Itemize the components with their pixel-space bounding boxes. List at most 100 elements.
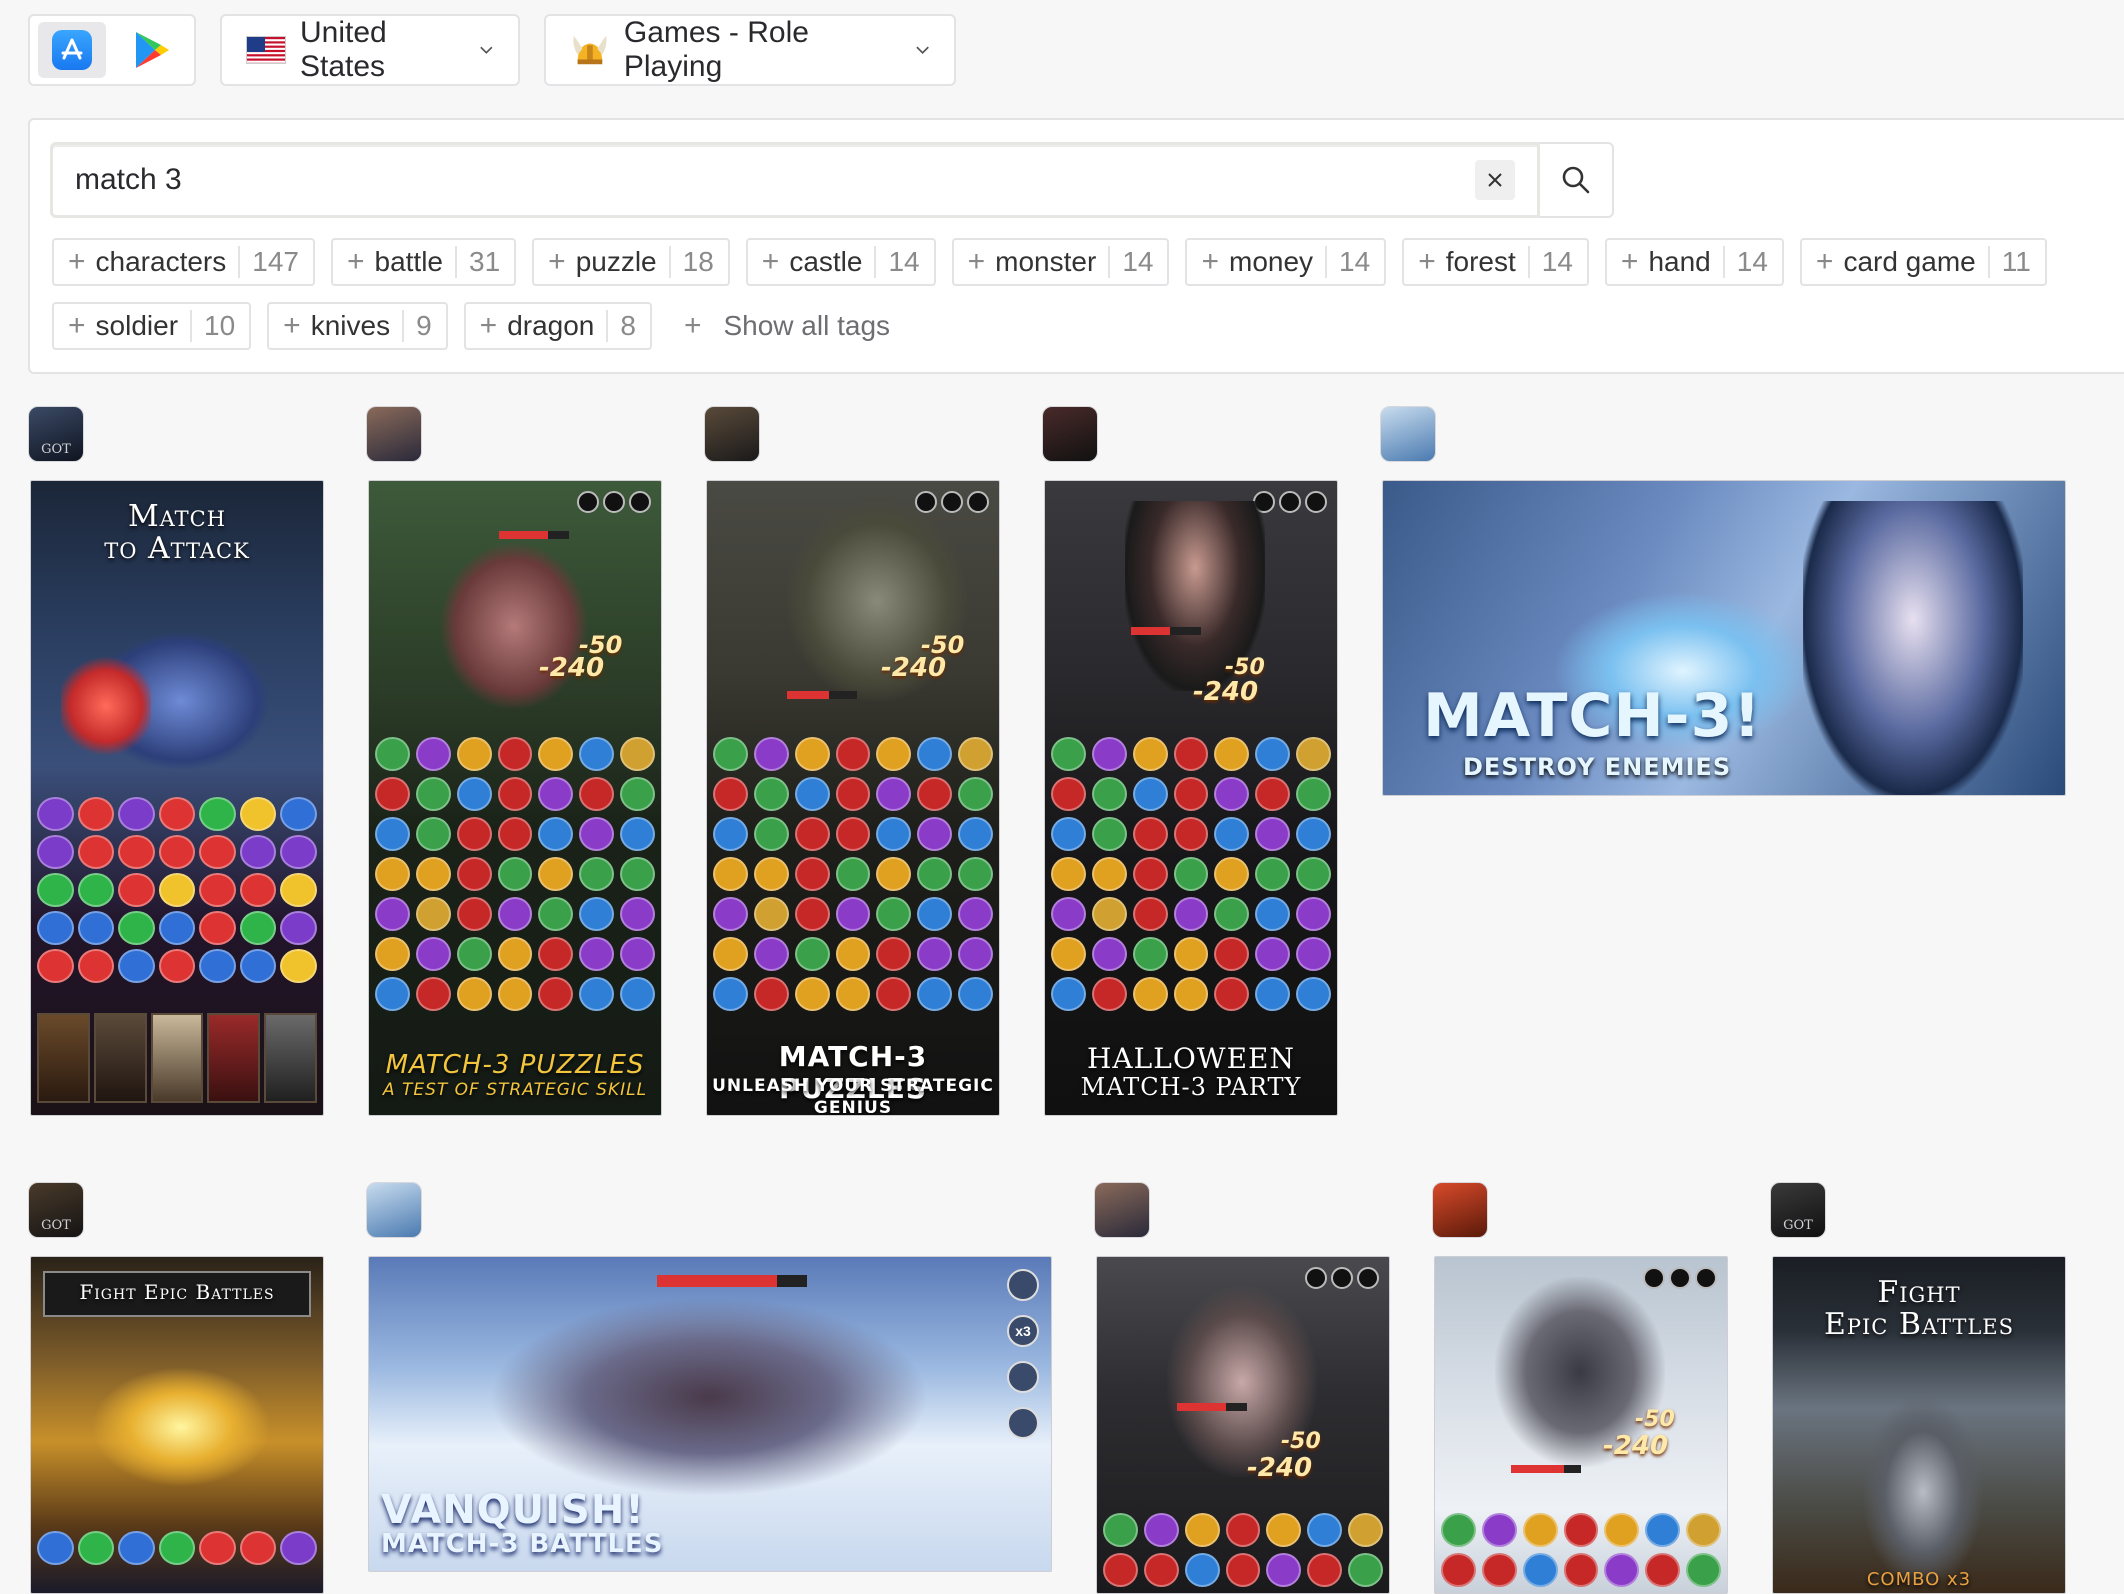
chevron-down-icon (916, 46, 929, 55)
tag-knives[interactable]: + knives 9 (267, 302, 448, 350)
plus-icon: + (1815, 245, 1834, 278)
tag-label: battle (374, 246, 444, 277)
damage-number: -240 (1193, 677, 1259, 707)
screenshot-8[interactable]: -50 -240 (1096, 1256, 1390, 1594)
close-icon (1488, 173, 1502, 187)
plus-icon: + (68, 245, 86, 278)
tag-row: + characters 147 + battle 31 + puzzle 18 + cast… (52, 238, 2124, 286)
tag-hand[interactable]: + hand 14 (1604, 238, 1784, 286)
tag-forest[interactable]: + forest 14 (1402, 238, 1589, 286)
tag-monster[interactable]: + monster 14 (951, 238, 1170, 286)
app-icon-walking-dead[interactable] (1094, 1182, 1150, 1238)
screenshot-7[interactable]: x3 VANQUISH! MATCH-3 BATTLES (368, 1256, 1052, 1572)
gem-board (1051, 737, 1331, 1011)
show-all-tags-button[interactable]: + Show all tags (668, 302, 904, 350)
tag-soldier[interactable]: + soldier 10 (52, 302, 252, 350)
tag-count: 9 (402, 310, 432, 342)
gem-board (375, 737, 655, 1011)
enemy-health-bar (499, 531, 569, 539)
gem-board (37, 1531, 317, 1565)
category-label: Games - Role Playing (623, 16, 809, 83)
chevron-down-icon (480, 46, 493, 54)
screenshot-6[interactable]: Fight Epic Battles (30, 1256, 324, 1594)
tag-count: 14 (1527, 246, 1573, 278)
camera-off-icon[interactable] (1007, 1407, 1039, 1439)
tag-count: 14 (874, 246, 920, 278)
tag-label: characters (95, 246, 227, 277)
plus-icon: + (761, 245, 780, 278)
tag-battle[interactable]: + battle 31 (330, 238, 517, 286)
plus-icon: + (548, 245, 566, 278)
screenshot-caption: MATCH-3 PARTY (1080, 1073, 1302, 1101)
app-icon-got[interactable]: GOT (1770, 1182, 1826, 1238)
damage-number: -240 (1603, 1431, 1669, 1461)
category-dropdown[interactable]: Games - Role Playing (544, 14, 956, 86)
tag-label: puzzle (575, 246, 657, 277)
screenshot-1[interactable]: Match to Attack (30, 480, 324, 1116)
app-icon-walking-dead[interactable] (366, 406, 422, 462)
tag-dragon[interactable]: + dragon 8 (463, 302, 652, 350)
tag-puzzle[interactable]: + puzzle 18 (532, 238, 730, 286)
speed-label: x3 (1015, 1323, 1031, 1339)
tag-label: knives (310, 310, 391, 341)
tag-characters[interactable]: + characters 147 (52, 238, 315, 286)
screenshot-caption: Epic Battles (1823, 1307, 2015, 1342)
app-icon-puzzles-survival[interactable] (366, 1182, 422, 1238)
damage-number: -240 (881, 653, 947, 683)
app-icon-got[interactable]: GOT (28, 1182, 84, 1238)
app-icon-puzzles-survival[interactable] (1380, 406, 1436, 462)
tag-count: 14 (1325, 246, 1370, 278)
app-icon-label: GOT (1783, 1218, 1813, 1233)
screenshot-2[interactable]: -50 -240 MATCH-3 PUZZLES A TEST OF STRAT… (368, 480, 662, 1116)
app-icon-got[interactable]: GOT (28, 406, 84, 462)
screenshot-caption: MATCH-3! (1423, 681, 1762, 751)
search-button[interactable] (1540, 142, 1614, 218)
tag-count: 14 (1722, 246, 1768, 278)
tag-count: 18 (668, 246, 714, 278)
plus-icon: + (479, 309, 498, 342)
screenshot-caption: Fight Epic Battles (79, 1280, 275, 1304)
app-icon-walking-dead[interactable] (1042, 406, 1098, 462)
app-icon-label: GOT (41, 1218, 71, 1233)
tag-count: 14 (1108, 246, 1153, 278)
screenshot-4[interactable]: -50 -240 HALLOWEEN MATCH-3 PARTY (1044, 480, 1338, 1116)
gem-board (1103, 1513, 1383, 1587)
screenshot-5[interactable]: MATCH-3! DESTROY ENEMIES (1382, 480, 2066, 796)
app-icon-puzzle-monster[interactable] (1432, 1182, 1488, 1238)
battle-scene-art (489, 1297, 929, 1497)
screenshot-9[interactable]: -50 -240 (1434, 1256, 1728, 1594)
enemy-health-bar (787, 691, 857, 699)
plus-icon: + (283, 309, 301, 342)
screenshot-caption: UNLEASH YOUR STRATEGIC GENIUS (712, 1076, 994, 1116)
google-play-button[interactable] (118, 22, 186, 78)
app-icon-walking-dead[interactable] (704, 406, 760, 462)
tag-label: hand (1648, 246, 1711, 277)
plus-icon: + (1620, 245, 1639, 278)
plus-icon: + (346, 245, 365, 278)
app-store-button[interactable] (38, 22, 106, 78)
screenshot-10[interactable]: Fight Epic Battles COMBO x3 (1772, 1256, 2066, 1594)
tag-money[interactable]: + money 14 (1185, 238, 1387, 286)
tag-card-game[interactable]: + card game 11 (1799, 238, 2047, 286)
enemy-health-bar (1511, 1465, 1581, 1473)
screenshot-caption: Match (127, 499, 227, 534)
search-row (50, 142, 1614, 218)
damage-number: -240 (539, 653, 605, 683)
screenshot-3[interactable]: -50 -240 MATCH-3 PUZZLES UNLEASH YOUR ST… (706, 480, 1000, 1116)
clear-search-button[interactable] (1475, 160, 1515, 200)
tag-count: 10 (190, 310, 235, 342)
search-input[interactable] (75, 163, 1475, 197)
exit-icon[interactable] (1007, 1269, 1039, 1301)
damage-number: -240 (1247, 1453, 1313, 1483)
auto-icon[interactable] (1007, 1361, 1039, 1393)
tag-count: 11 (1987, 246, 2031, 278)
us-flag-icon (246, 36, 286, 64)
knight-art (1863, 1397, 1983, 1587)
tag-label: dragon (507, 310, 595, 341)
tag-castle[interactable]: + castle 14 (745, 238, 936, 286)
show-all-tags-label: Show all tags (723, 310, 891, 341)
screenshot-caption: Fight (1877, 1275, 1961, 1310)
top-bar: United States Games - Role Playing (28, 14, 956, 86)
country-dropdown[interactable]: United States (220, 14, 520, 86)
speed-button[interactable]: x3 (1007, 1315, 1039, 1347)
